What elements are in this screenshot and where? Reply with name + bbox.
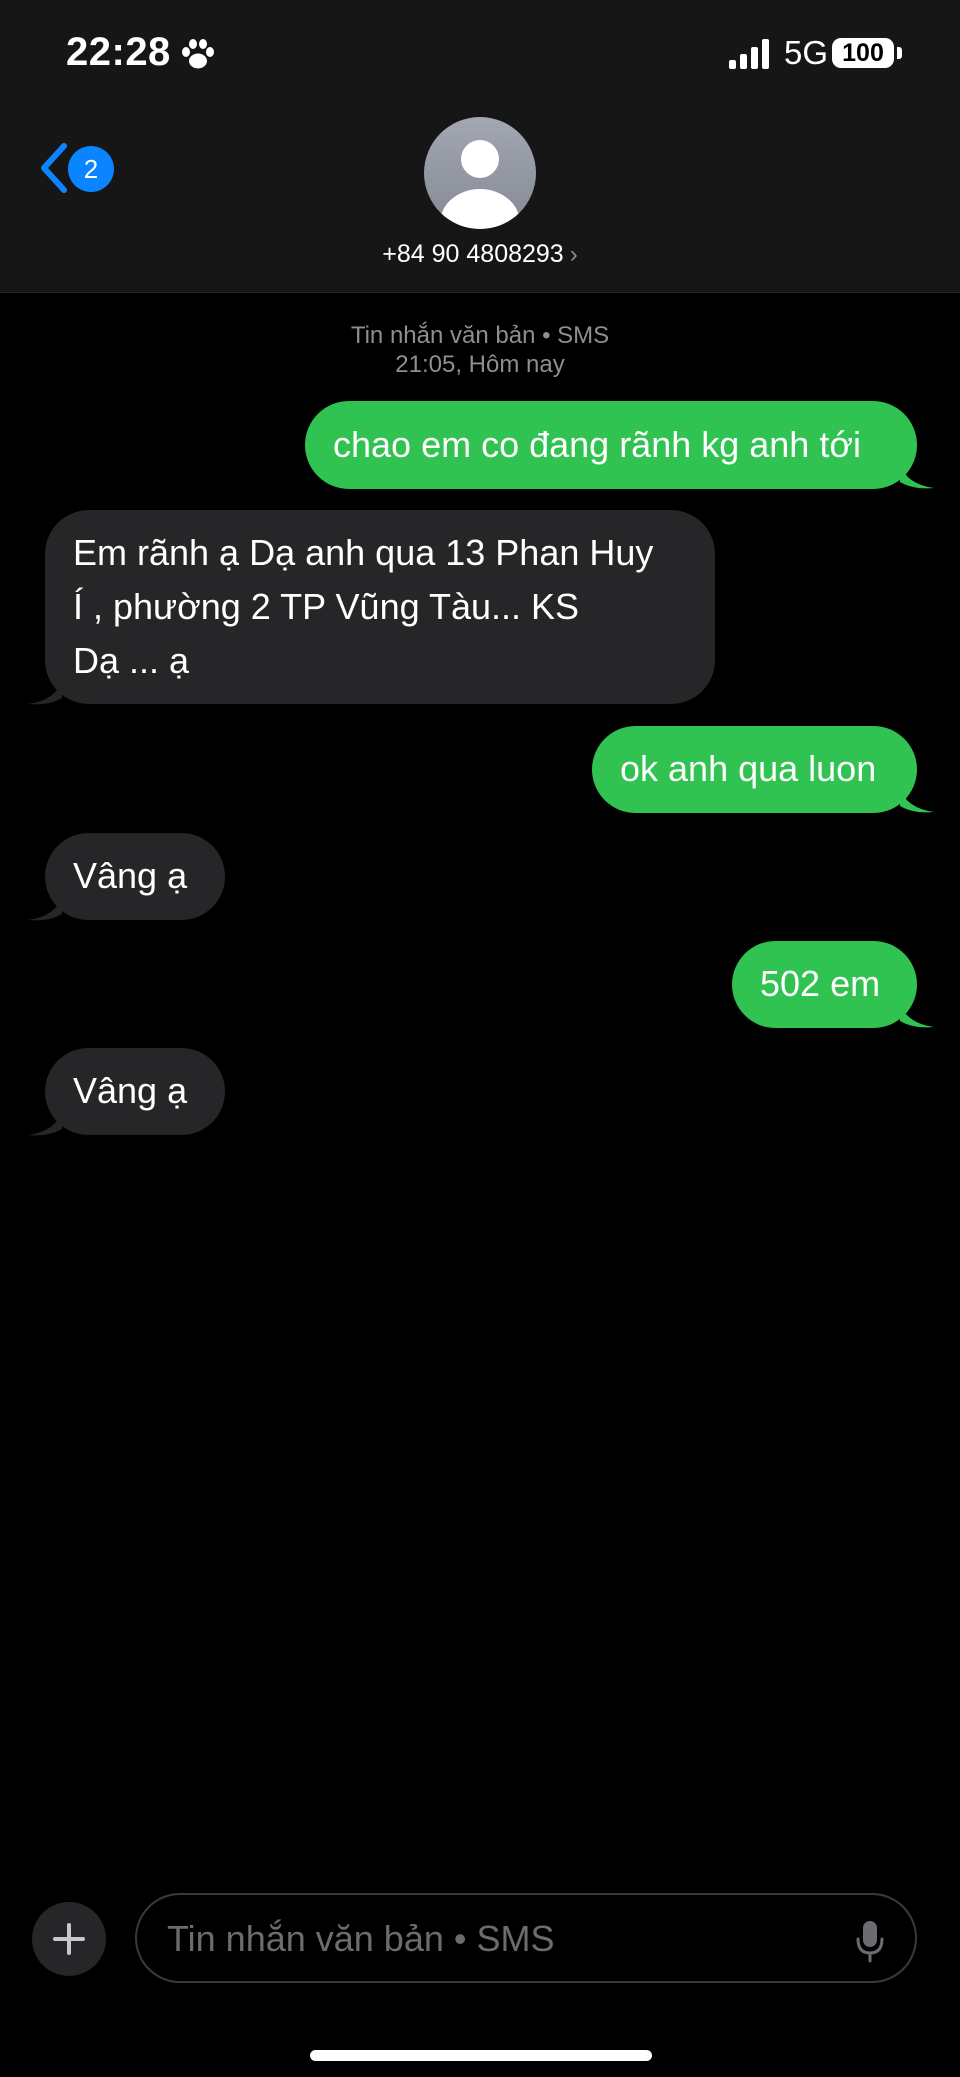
bubble-tail — [900, 464, 934, 489]
bubble-tail — [900, 1003, 934, 1028]
message-line: Dạ ... ạ — [73, 640, 190, 681]
conversation-header: 22:28 5G 100 2 +84 90 4808293 › — [0, 0, 960, 293]
message-line: Í , phường 2 TP Vũng Tàu... KS — [73, 586, 580, 627]
paw-icon — [182, 39, 214, 69]
add-attachment-button[interactable] — [32, 1902, 106, 1976]
status-time: 22:28 — [66, 30, 171, 74]
signal-bars-icon — [729, 39, 769, 69]
person-avatar-icon[interactable] — [424, 117, 536, 229]
battery-level: 100 — [842, 39, 884, 67]
message-composer[interactable] — [135, 1893, 917, 1983]
message-text: chao em co đang rãnh kg anh tới — [333, 424, 861, 465]
message-text: Vâng ạ — [73, 855, 188, 896]
network-type: 5G — [784, 34, 829, 71]
home-indicator[interactable] — [310, 2050, 652, 2061]
battery-icon: 100 — [832, 38, 894, 68]
message-input[interactable] — [165, 1911, 829, 1967]
contact-name-button[interactable]: +84 90 4808293 › — [0, 240, 960, 269]
microphone-icon[interactable] — [855, 1919, 885, 1963]
incoming-message[interactable]: Vâng ạ — [45, 1048, 225, 1135]
incoming-message[interactable]: Vâng ạ — [45, 833, 225, 920]
outgoing-message[interactable]: ok anh qua luon — [592, 726, 917, 813]
service-label: Tin nhắn văn bản • SMS — [350, 322, 610, 349]
bubble-tail — [28, 680, 62, 705]
outgoing-message[interactable]: 502 em — [732, 941, 917, 1028]
message-text: Vâng ạ — [73, 1070, 188, 1111]
chevron-right-icon: › — [569, 241, 578, 268]
battery-tip — [897, 47, 902, 59]
plus-icon — [53, 1923, 85, 1955]
unread-badge[interactable]: 2 — [68, 146, 114, 192]
bubble-tail — [28, 896, 62, 921]
incoming-message[interactable]: Em rãnh ạ Dạ anh qua 13 Phan Huy Í , phư… — [45, 510, 715, 704]
message-text: 502 em — [760, 963, 881, 1004]
message-line: Em rãnh ạ Dạ anh qua 13 Phan Huy — [73, 532, 654, 573]
bubble-tail — [900, 788, 934, 813]
bubble-tail — [28, 1111, 62, 1136]
outgoing-message[interactable]: chao em co đang rãnh kg anh tới — [305, 401, 917, 489]
thread-timestamp: 21:05, Hôm nay — [395, 351, 565, 378]
contact-number: +84 90 4808293 — [382, 240, 564, 268]
message-text: ok anh qua luon — [620, 748, 877, 789]
